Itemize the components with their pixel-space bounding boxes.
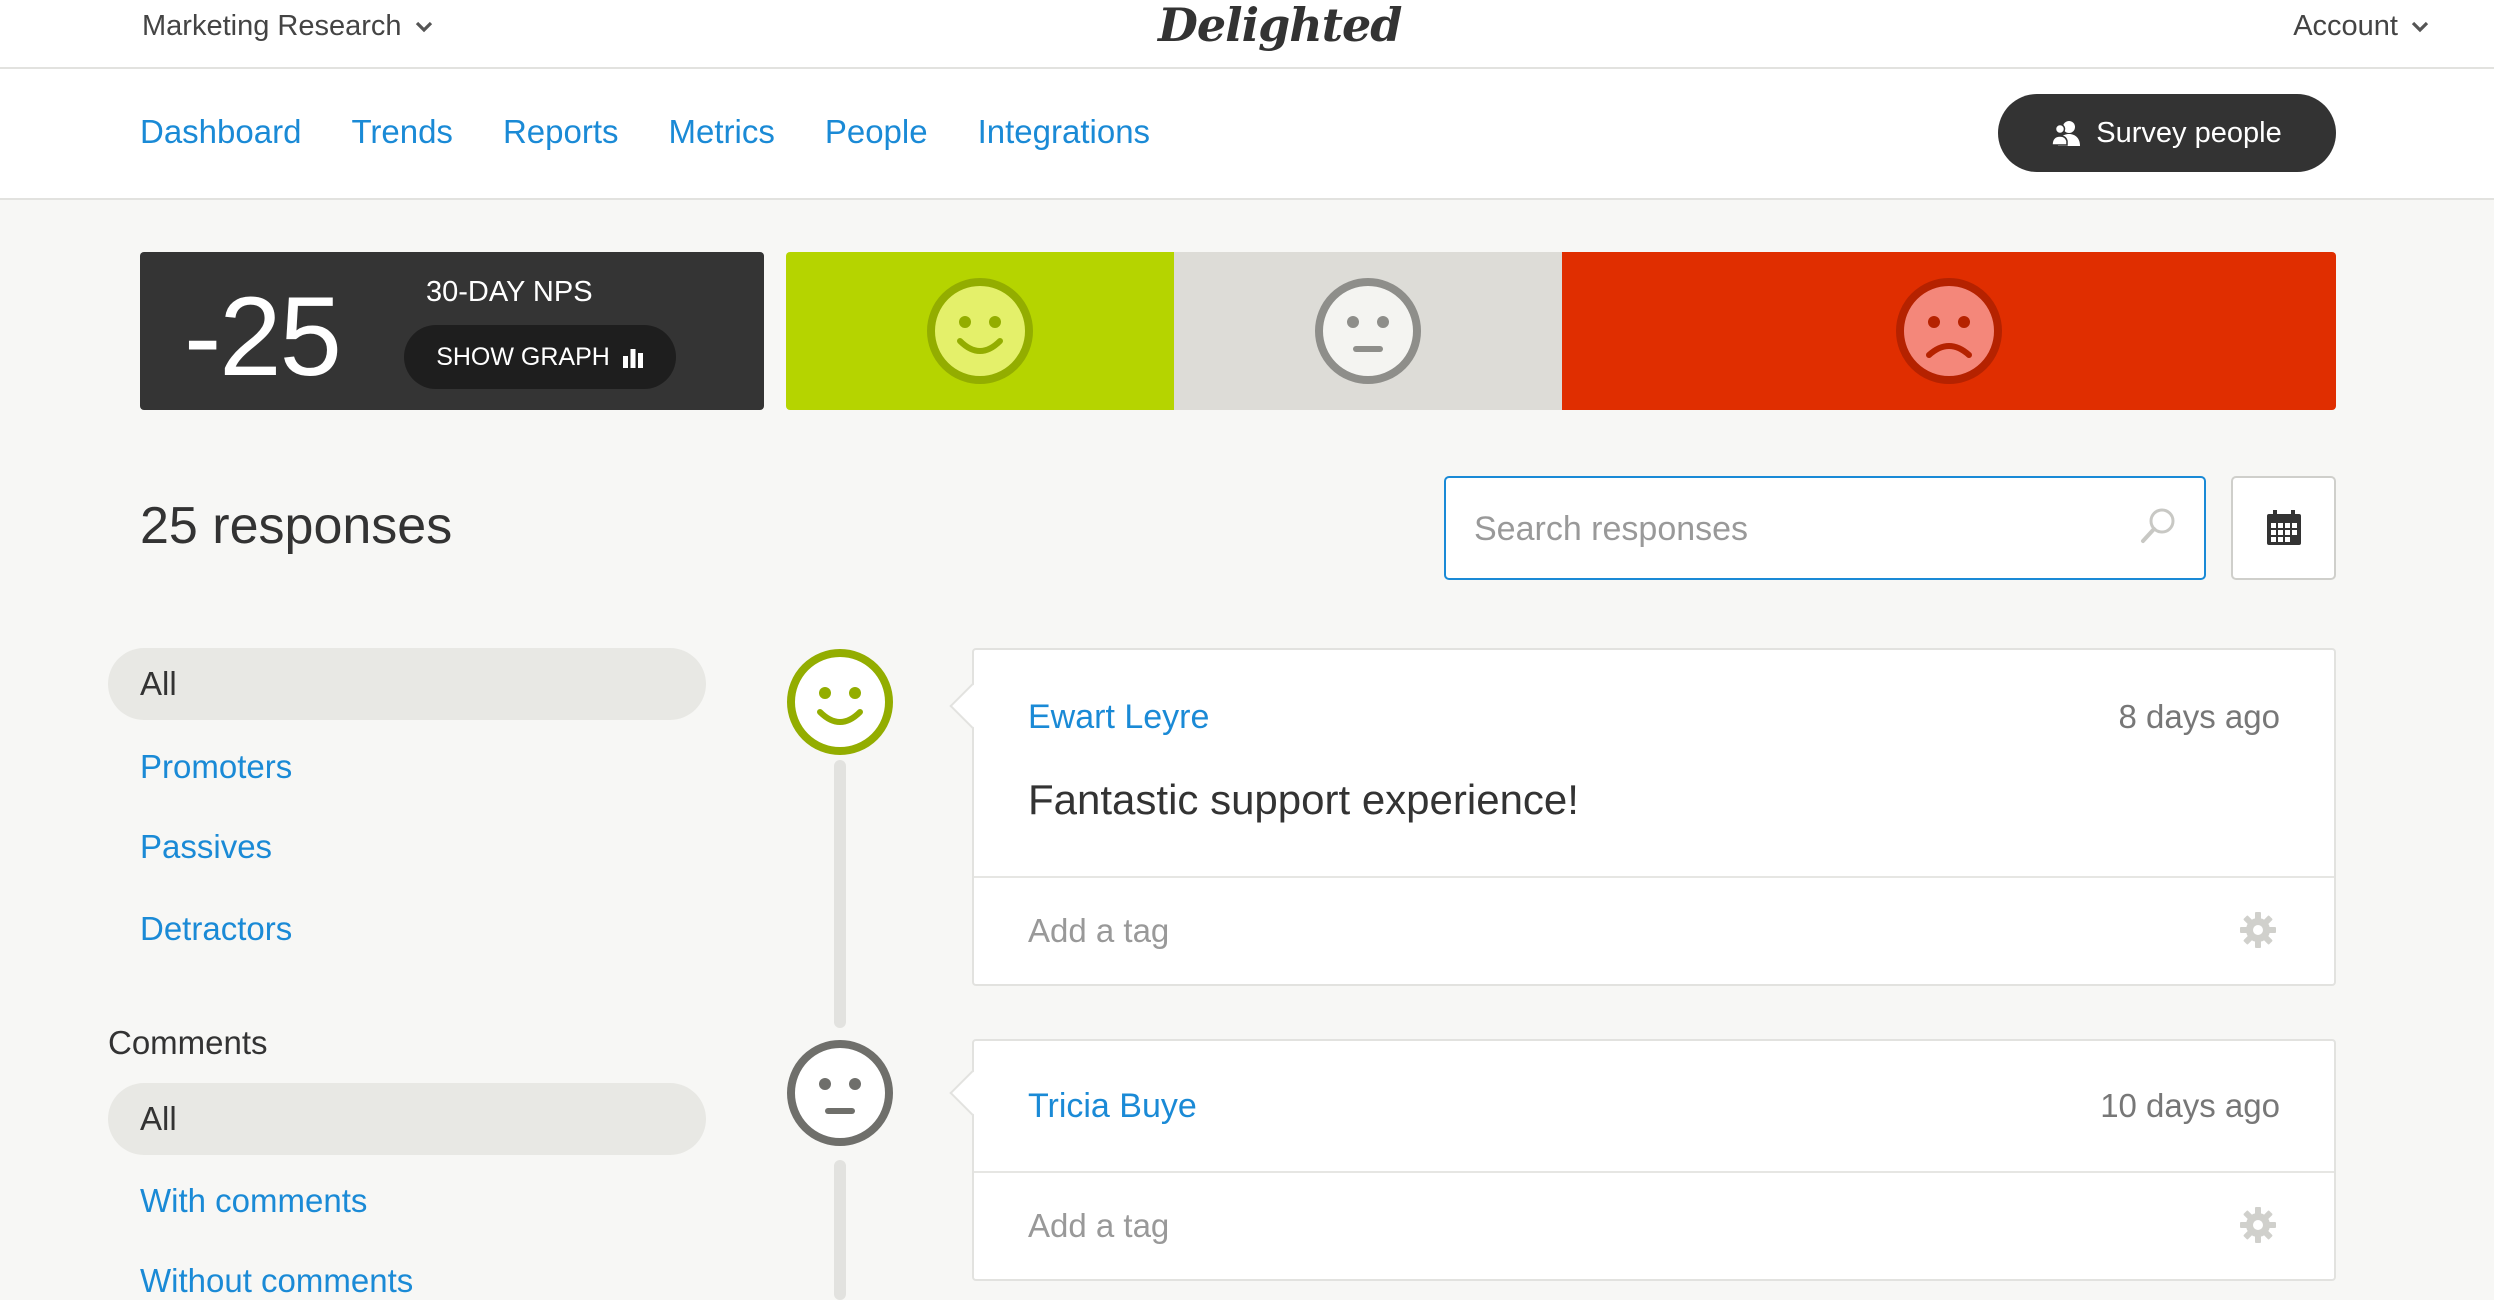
delighted-logo[interactable]: Delighted [1158,0,1402,52]
filter-detractors[interactable]: Detractors [140,910,292,948]
card-divider [974,876,2334,878]
show-graph-label: SHOW GRAPH [436,342,610,371]
detractors-segment[interactable] [1562,252,2336,410]
project-name: Marketing Research [142,10,402,42]
nav-people[interactable]: People [825,113,928,151]
neutral-face-icon [1315,278,1421,384]
nav-dashboard[interactable]: Dashboard [140,113,301,151]
happy-face-icon [927,278,1033,384]
timeline-line [834,760,846,1028]
responses-count: 25 responses [140,497,453,555]
filter-passives[interactable]: Passives [140,828,272,866]
gear-icon[interactable] [2238,1205,2278,1245]
card-divider [974,1171,2334,1173]
nav-trends[interactable]: Trends [351,113,452,151]
date-filter-button[interactable] [2231,476,2336,580]
bar-chart-icon [622,349,643,368]
nps-panel: -25 30-DAY NPS SHOW GRAPH [140,252,764,410]
search-icon[interactable] [2138,506,2178,546]
chevron-down-icon [2411,21,2429,32]
card-notch [949,1070,995,1116]
search-input[interactable] [1472,502,2116,556]
gear-icon[interactable] [2238,910,2278,950]
nav-metrics[interactable]: Metrics [669,113,775,151]
account-menu[interactable]: Account [2293,10,2430,43]
survey-people-label: Survey people [2096,116,2282,149]
response-card: Tricia Buye 10 days ago Add a tag [949,1039,2336,1281]
search-box [1444,476,2206,580]
calendar-icon [2266,510,2301,545]
response-time: 10 days ago [2100,1087,2280,1124]
survey-people-button[interactable]: Survey people [1998,94,2336,172]
chevron-down-icon [415,21,432,32]
top-bar: Marketing Research Delighted Account [0,0,2494,69]
account-label: Account [2293,10,2398,42]
add-tag-input[interactable]: Add a tag [1028,1207,1169,1245]
nps-label: 30-DAY NPS [426,276,593,308]
respondent-name[interactable]: Ewart Leyre [1028,698,1209,737]
nav-reports[interactable]: Reports [503,113,619,151]
passives-segment[interactable] [1174,252,1562,410]
passive-face-icon [787,1040,893,1146]
promoters-segment[interactable] [786,252,1174,410]
timeline-line [834,1160,846,1300]
sad-face-icon [1896,278,2002,384]
promoter-face-icon [787,649,893,755]
respondent-name[interactable]: Tricia Buye [1028,1087,1197,1126]
comments-section-label: Comments [108,1024,268,1061]
add-tag-input[interactable]: Add a tag [1028,912,1169,950]
show-graph-button[interactable]: SHOW GRAPH [404,325,676,389]
people-icon [2052,121,2081,146]
response-comment: Fantastic support experience! [1028,776,1579,823]
filter-promoters[interactable]: Promoters [140,748,292,786]
filter-all[interactable]: All [108,648,706,720]
nps-score: -25 [184,274,342,399]
response-card: Ewart Leyre 8 days ago Fantastic support… [949,648,2336,986]
project-switcher[interactable]: Marketing Research [142,10,434,43]
comments-filter-all[interactable]: All [108,1083,706,1155]
response-time: 8 days ago [2118,698,2280,735]
card-notch [949,683,995,729]
filter-without-comments[interactable]: Without comments [140,1262,413,1300]
filter-with-comments[interactable]: With comments [140,1182,367,1220]
nav-integrations[interactable]: Integrations [978,113,1150,151]
main-nav: Dashboard Trends Reports Metrics People … [0,69,2494,200]
